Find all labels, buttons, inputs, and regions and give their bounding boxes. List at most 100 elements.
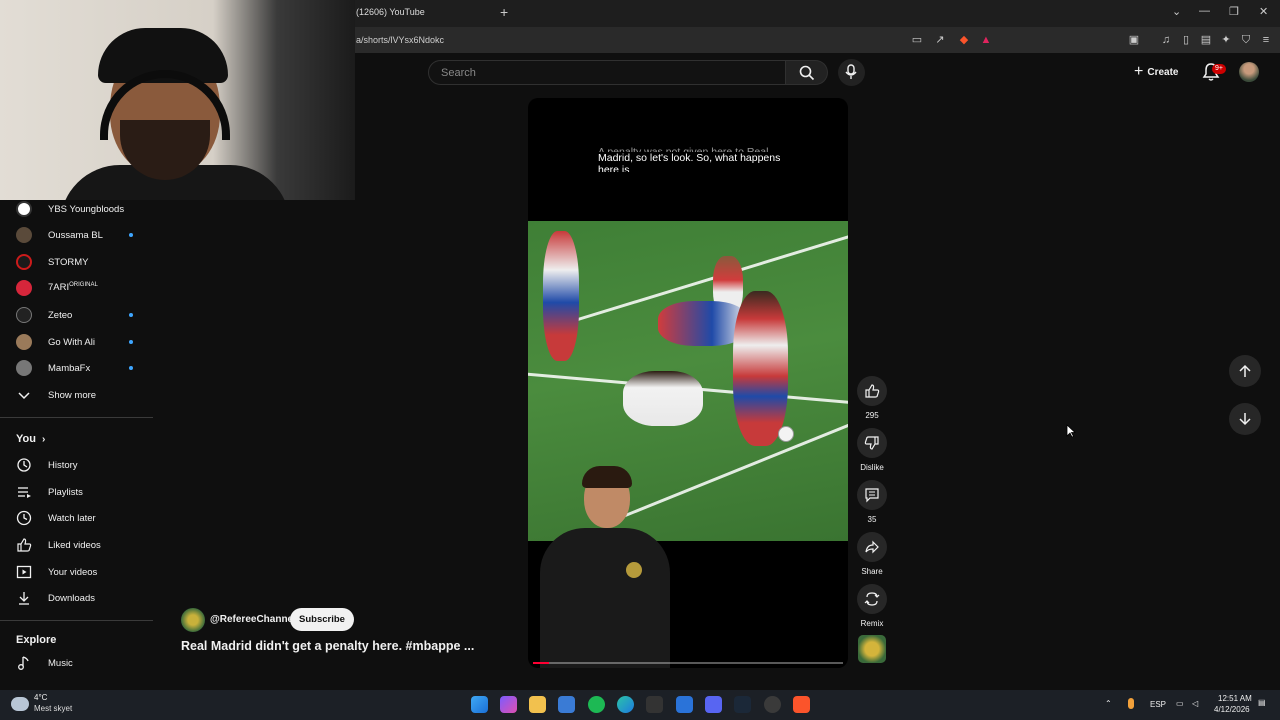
shorts-video-player[interactable]: A penalty was not given here to Real Mad… <box>528 98 848 668</box>
vpn-icon[interactable]: ⛉ <box>1239 33 1253 47</box>
weather-icon[interactable] <box>11 697 29 711</box>
sidebar-item-watch-later[interactable]: Watch later <box>0 505 155 531</box>
show-more-button[interactable]: Show more <box>0 382 155 408</box>
sidebar-item-7ari[interactable]: 7ARIORIGINAL <box>0 275 155 301</box>
channel-avatar <box>16 254 32 270</box>
spotify-icon[interactable] <box>588 696 605 713</box>
windows-taskbar: 4°C Mest skyet ⌃ ESP ▭ ◁ 12:51 AM 4/12/2… <box>0 690 1280 720</box>
create-label: Create <box>1147 66 1179 78</box>
volume-icon[interactable]: ◁ <box>1192 699 1198 708</box>
sidebar: YBS Youngbloods Oussama BL STORMY 7ARIOR… <box>0 200 155 690</box>
brave-icon[interactable] <box>793 696 810 713</box>
sidebar-item-stormy[interactable]: STORMY <box>0 249 155 275</box>
chevron-down-icon <box>18 392 30 400</box>
share-page-icon[interactable]: ↗ <box>933 33 947 47</box>
referee-presenter <box>538 466 673 668</box>
notification-center-icon[interactable]: ▤ <box>1258 698 1266 707</box>
previous-short-button[interactable] <box>1229 355 1261 387</box>
voice-search-button[interactable] <box>838 59 865 86</box>
video-progress-fill <box>533 662 549 664</box>
brave-rewards-icon[interactable]: ▲ <box>979 33 993 47</box>
sidebar-item-playlists[interactable]: Playlists <box>0 479 155 505</box>
sidebar-item-zeteo[interactable]: Zeteo <box>0 302 155 328</box>
video-caption: A penalty was not given here to Real Mad… <box>598 146 781 172</box>
sidebar-item-label: Music <box>48 657 73 669</box>
sidebar-item-label: Playlists <box>48 486 83 498</box>
close-button[interactable]: ✕ <box>1259 5 1268 18</box>
clock-icon <box>16 510 32 526</box>
start-menu-icon[interactable] <box>471 696 488 713</box>
clock-date[interactable]: 4/12/2026 <box>1214 705 1250 714</box>
sidebar-item-your-videos[interactable]: Your videos <box>0 559 155 585</box>
wallet-icon[interactable]: ▤ <box>1199 33 1213 47</box>
sidebar-item-label: Liked videos <box>48 539 101 551</box>
sidebar-item-go-with-ali[interactable]: Go With Ali <box>0 329 155 355</box>
microphone-tray-icon[interactable] <box>1128 698 1134 709</box>
player-figure <box>543 231 579 361</box>
channel-thumbnail[interactable] <box>858 635 886 663</box>
short-title[interactable]: Real Madrid didn't get a penalty here. #… <box>181 639 474 653</box>
maximize-button[interactable]: ❐ <box>1229 5 1239 18</box>
sidebar-toggle-icon[interactable]: ▯ <box>1179 33 1193 47</box>
leo-ai-icon[interactable]: ✦ <box>1219 33 1233 47</box>
search-button[interactable] <box>786 60 828 85</box>
channel-avatar <box>16 280 32 296</box>
comments-button[interactable]: 35 <box>857 480 887 524</box>
search-icon <box>799 65 815 81</box>
notification-badge: 9+ <box>1212 64 1226 74</box>
network-icon[interactable]: ▭ <box>1176 699 1184 708</box>
sidebar-item-label: Downloads <box>48 592 95 604</box>
steam-icon[interactable] <box>734 696 751 713</box>
sidebar-item-mambafx[interactable]: MambaFx <box>0 355 155 381</box>
sidebar-item-oussama-bl[interactable]: Oussama BL <box>0 222 155 248</box>
sidebar-item-label: Watch later <box>48 512 96 524</box>
minimize-button[interactable]: — <box>1199 5 1210 17</box>
tab-list-icon[interactable]: ⌄ <box>1172 5 1181 18</box>
brave-shields-icon[interactable]: ◆ <box>957 33 971 47</box>
url-field[interactable]: a/shorts/lVYsx6Ndokc <box>356 35 444 45</box>
share-button[interactable]: Share <box>857 532 887 576</box>
sidebar-item-label: 7ARIORIGINAL <box>48 282 98 294</box>
tray-overflow-icon[interactable]: ⌃ <box>1105 699 1112 708</box>
explore-section-heading: Explore <box>16 634 57 646</box>
copilot-icon[interactable] <box>500 696 517 713</box>
file-explorer-icon[interactable] <box>529 696 546 713</box>
like-button[interactable]: 295 <box>857 376 887 420</box>
discord-icon[interactable] <box>705 696 722 713</box>
sidebar-item-liked-videos[interactable]: Liked videos <box>0 532 155 558</box>
dislike-button[interactable]: Dislike <box>857 428 887 472</box>
obs-icon[interactable] <box>764 696 781 713</box>
cast-icon[interactable]: ▭ <box>910 33 924 47</box>
sidebar-item-downloads[interactable]: Downloads <box>0 585 155 611</box>
playlists-icon <box>18 487 31 498</box>
microphone-icon <box>845 64 857 79</box>
sidebar-item-ybs-youngbloods[interactable]: YBS Youngbloods <box>0 196 155 222</box>
thumbs-up-icon <box>17 538 32 552</box>
video-progress-bar[interactable] <box>533 662 843 664</box>
menu-icon[interactable]: ≡ <box>1259 33 1273 47</box>
sidebar-item-music[interactable]: Music <box>0 650 155 676</box>
new-tab-button[interactable]: + <box>500 4 508 20</box>
tab-title[interactable]: (12606) YouTube <box>356 7 425 17</box>
search-input[interactable]: Search <box>428 60 786 85</box>
channel-avatar[interactable] <box>181 608 205 632</box>
epic-games-icon[interactable] <box>646 696 663 713</box>
mail-icon[interactable] <box>676 696 693 713</box>
remix-button[interactable]: Remix <box>857 584 887 628</box>
edge-icon[interactable] <box>617 696 634 713</box>
share-icon <box>865 540 879 554</box>
music-icon[interactable]: ♫ <box>1159 33 1173 47</box>
create-button[interactable]: + Create <box>1130 60 1190 84</box>
channel-name[interactable]: @RefereeChannel <box>210 614 296 625</box>
subscribe-button[interactable]: Subscribe <box>290 608 354 631</box>
store-icon[interactable] <box>558 696 575 713</box>
sidebar-item-label: Oussama BL <box>48 229 103 241</box>
input-language[interactable]: ESP <box>1150 700 1166 709</box>
next-short-button[interactable] <box>1229 403 1261 435</box>
tab-search-icon[interactable]: ▣ <box>1127 33 1141 47</box>
channel-avatar <box>16 201 32 217</box>
you-section-heading[interactable]: You › <box>16 433 45 445</box>
clock-time[interactable]: 12:51 AM <box>1218 694 1252 703</box>
account-avatar[interactable] <box>1239 62 1259 82</box>
sidebar-item-history[interactable]: History <box>0 452 155 478</box>
